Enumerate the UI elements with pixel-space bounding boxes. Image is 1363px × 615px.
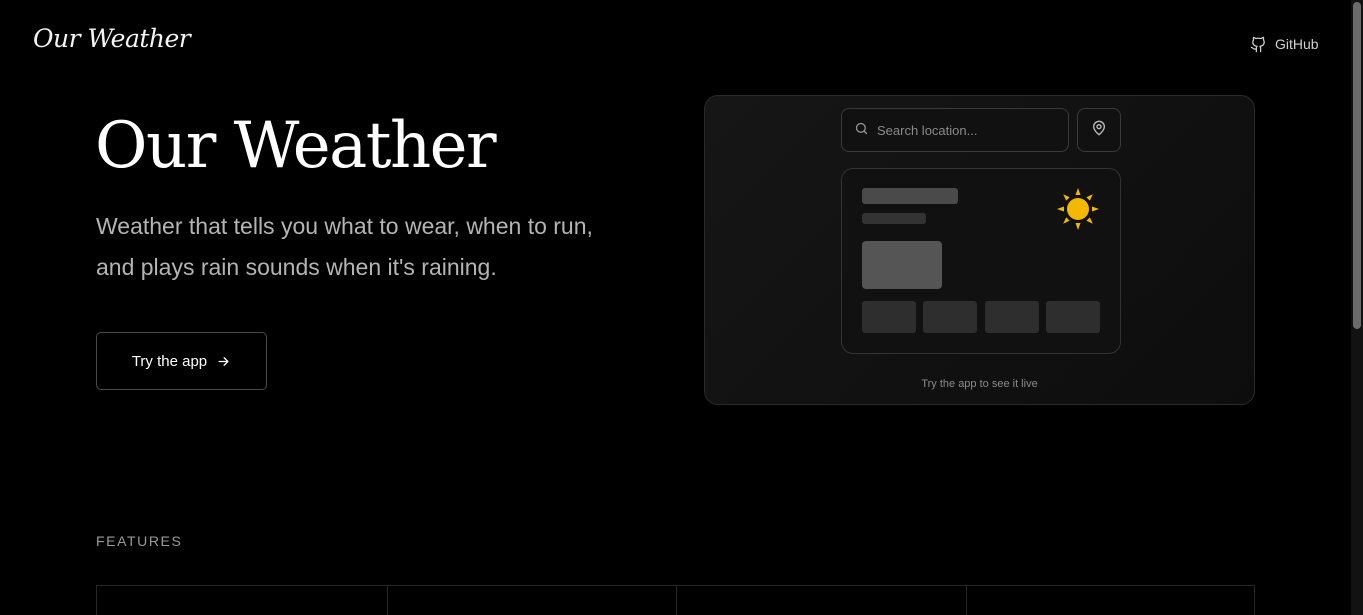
date-skeleton [862, 213, 926, 224]
search-input[interactable] [877, 122, 1047, 138]
search-box[interactable] [841, 108, 1069, 152]
hero-subtitle: Weather that tells you what to wear, whe… [96, 213, 593, 280]
temperature-skeleton [862, 241, 942, 289]
github-label: GitHub [1275, 36, 1319, 52]
stat-tile-skeleton [985, 301, 1039, 333]
sun-icon [1056, 187, 1100, 235]
location-button[interactable] [1077, 108, 1121, 152]
logo[interactable]: Our Weather [33, 24, 191, 53]
feature-card [966, 586, 967, 615]
location-name-skeleton [862, 188, 958, 204]
github-link[interactable]: GitHub [1250, 34, 1319, 54]
search-icon [854, 121, 869, 140]
stat-tile-skeleton [862, 301, 916, 333]
hero-title: Our Weather [95, 109, 497, 183]
landing-page: Our Weather GitHub Our Weather Weather t… [0, 0, 1363, 615]
map-pin-icon [1091, 120, 1107, 140]
app-preview-card: Try the app to see it live [704, 95, 1255, 405]
weather-card-placeholder [841, 168, 1121, 354]
try-app-label: Try the app [131, 352, 208, 370]
stat-tile-skeleton [1046, 301, 1100, 333]
features-heading: FEATURES [96, 533, 183, 549]
stat-tile-skeleton [923, 301, 977, 333]
scrollbar[interactable] [1351, 0, 1363, 615]
scrollbar-thumb[interactable] [1353, 2, 1361, 329]
github-icon [1250, 36, 1267, 53]
arrow-right-icon [216, 354, 231, 369]
try-app-button[interactable]: Try the app [96, 332, 267, 390]
feature-card [676, 586, 677, 615]
features-grid [96, 585, 1255, 615]
preview-caption: Try the app to see it live [921, 378, 1038, 390]
feature-card [387, 586, 388, 615]
